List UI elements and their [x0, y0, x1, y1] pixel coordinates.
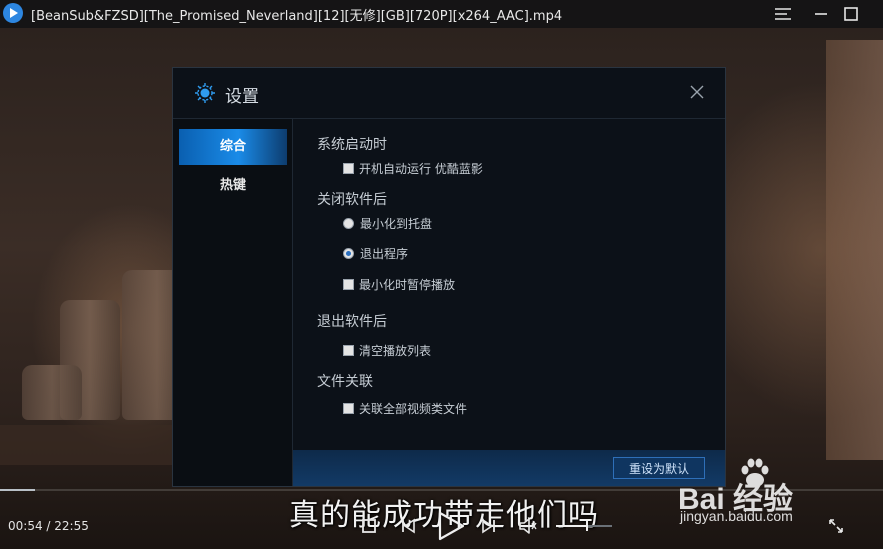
checkbox-box[interactable] [343, 162, 354, 174]
section-heading-close: 关闭软件后 [317, 192, 387, 208]
checkbox-box[interactable] [343, 278, 354, 290]
settings-content: 系统启动时 开机自动运行 优酷蓝影 关闭软件后 最小化到托盘 退出程序 最小化时… [293, 119, 725, 449]
dialog-title: 设置 [225, 87, 259, 107]
volume-icon[interactable] [518, 517, 538, 535]
autostart-checkbox[interactable]: 开机自动运行 优酷蓝影 [343, 159, 483, 177]
dialog-header: 设置 [173, 68, 725, 119]
volume-slider-fill [556, 525, 587, 527]
clear-playlist-label: 清空播放列表 [359, 343, 432, 358]
baidu-watermark: Bai 经验 jingyan.baidu.com [676, 452, 876, 532]
window-title: [BeanSub&FZSD][The_Promised_Neverland][1… [31, 9, 563, 24]
clear-playlist-checkbox[interactable]: 清空播放列表 [343, 341, 431, 359]
play-icon[interactable] [436, 510, 466, 542]
tab-general[interactable]: 综合 [179, 129, 287, 165]
section-heading-file-assoc: 文件关联 [317, 374, 373, 390]
checkbox-box[interactable] [343, 344, 354, 356]
close-icon[interactable] [689, 84, 705, 100]
watermark-url: jingyan.baidu.com [680, 508, 793, 524]
background-wall [826, 40, 883, 460]
previous-icon[interactable] [400, 518, 416, 534]
maximize-icon[interactable] [840, 4, 862, 24]
volume-slider-handle[interactable] [585, 521, 588, 531]
settings-dialog: 设置 综合 热键 系统启动时 开机自动运行 优酷蓝影 关闭软件后 最小化到托盘 … [172, 67, 726, 487]
pause-on-minimize-checkbox[interactable]: 最小化时暂停播放 [343, 275, 455, 293]
time-display: 00:54 / 22:55 [8, 519, 89, 533]
dialog-footer: 重设为默认 [293, 450, 725, 486]
associate-video-files-label: 关联全部视频类文件 [359, 401, 468, 416]
autostart-label: 开机自动运行 优酷蓝影 [359, 161, 483, 176]
background-pot [22, 365, 82, 420]
exit-program-radio[interactable]: 退出程序 [343, 244, 408, 262]
title-bar: [BeanSub&FZSD][The_Promised_Neverland][1… [0, 0, 883, 28]
app-logo-icon [3, 3, 23, 23]
pause-on-minimize-label: 最小化时暂停播放 [359, 277, 456, 292]
section-heading-startup: 系统启动时 [317, 137, 387, 153]
radio-button[interactable] [343, 217, 354, 229]
volume-slider[interactable] [556, 521, 612, 531]
menu-icon[interactable] [772, 4, 794, 24]
minimize-to-tray-label: 最小化到托盘 [360, 216, 433, 231]
next-icon[interactable] [481, 518, 497, 534]
seek-bar-fill [0, 489, 36, 491]
checkbox-box[interactable] [343, 402, 354, 414]
minimize-to-tray-radio[interactable]: 最小化到托盘 [343, 214, 432, 232]
stop-icon[interactable] [361, 518, 377, 534]
tab-hotkeys[interactable]: 热键 [179, 168, 287, 204]
radio-button-selected[interactable] [343, 247, 354, 259]
settings-gear-icon [194, 82, 216, 104]
exit-program-label: 退出程序 [360, 246, 409, 261]
settings-sidebar: 综合 热键 [173, 119, 293, 486]
minimize-icon[interactable] [810, 4, 832, 24]
section-heading-exit: 退出软件后 [317, 314, 387, 330]
associate-video-files-checkbox[interactable]: 关联全部视频类文件 [343, 399, 467, 417]
